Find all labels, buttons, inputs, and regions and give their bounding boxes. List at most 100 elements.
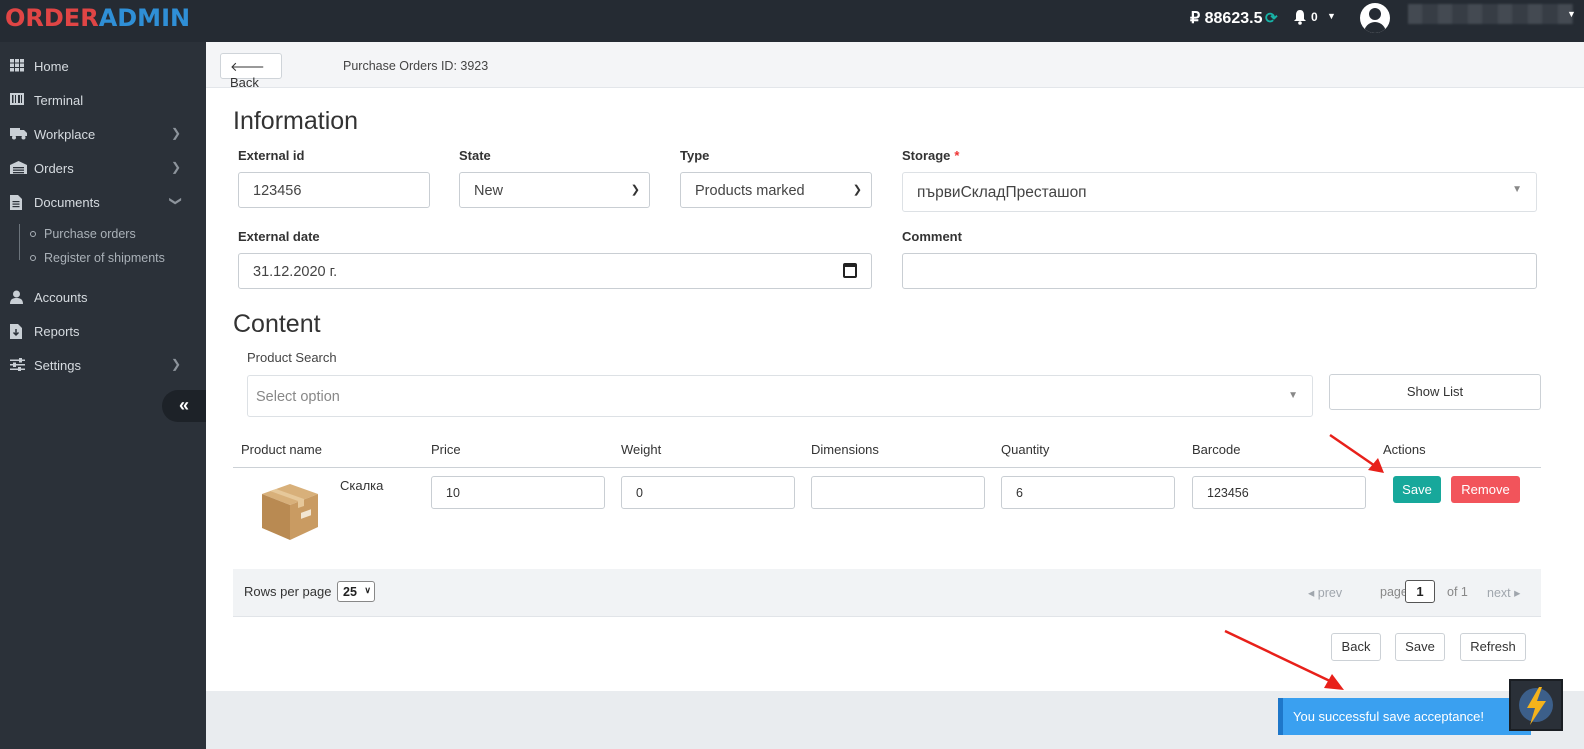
- state-select[interactable]: New ❯: [459, 172, 650, 208]
- avatar[interactable]: [1360, 3, 1390, 33]
- caret-right-icon: ▸: [1514, 586, 1521, 600]
- footer-back-button[interactable]: Back: [1331, 633, 1381, 661]
- username-redacted[interactable]: [1408, 4, 1573, 24]
- logo-part-admin: ADMIN: [98, 4, 191, 32]
- sidebar-item-label: Documents: [34, 195, 100, 210]
- balance-amount: ₽ 88623.5: [1190, 10, 1263, 27]
- product-search-placeholder: Select option: [256, 389, 340, 405]
- chevron-down-icon: ❯: [630, 184, 640, 196]
- sidebar-item-workplace[interactable]: Workplace ❯: [0, 122, 206, 148]
- sidebar-subitem-register-of-shipments[interactable]: Register of shipments: [44, 251, 165, 265]
- required-marker: *: [954, 148, 960, 163]
- collapse-sidebar-button[interactable]: «: [162, 390, 206, 422]
- weight-input[interactable]: 0: [621, 476, 795, 509]
- refresh-balance-icon[interactable]: ⟳: [1265, 9, 1278, 27]
- storage-select[interactable]: първиСкладПресташоп ▼: [902, 172, 1537, 212]
- file-icon: [10, 195, 25, 210]
- external-date-value: 31.12.2020 г.: [253, 264, 338, 280]
- product-box-image: [262, 484, 318, 540]
- product-search-select[interactable]: Select option ▼: [247, 375, 1313, 417]
- calendar-icon[interactable]: [843, 263, 857, 278]
- notification-count: 0: [1311, 10, 1318, 24]
- notifications-dropdown-icon[interactable]: ▼: [1327, 11, 1336, 21]
- page-header: 🡐 Back Purchase Orders ID: 3923: [206, 42, 1584, 90]
- success-toast[interactable]: You successful save acceptance!: [1278, 698, 1531, 735]
- product-name: Скалка: [340, 478, 384, 493]
- footer-refresh-button[interactable]: Refresh: [1460, 633, 1526, 661]
- sidebar-item-home[interactable]: Home: [0, 54, 206, 80]
- external-date-input[interactable]: 31.12.2020 г.: [238, 253, 872, 289]
- sidebar-item-accounts[interactable]: Accounts: [0, 285, 206, 311]
- back-button[interactable]: 🡐 Back: [220, 53, 282, 90]
- rows-per-page-label: Rows per page: [244, 584, 332, 599]
- storage-label: Storage *: [902, 148, 959, 163]
- column-header-quantity: Quantity: [1001, 442, 1050, 457]
- sidebar-item-reports[interactable]: Reports: [0, 319, 206, 345]
- chevron-down-icon: ∨: [364, 585, 371, 595]
- sidebar-item-label: Settings: [34, 358, 81, 373]
- sidebar-item-orders[interactable]: Orders ❯: [0, 156, 206, 182]
- type-select-value: Products marked: [695, 183, 805, 199]
- page-title: Purchase Orders ID: 3923: [343, 59, 489, 73]
- rows-per-page-value: 25: [343, 585, 357, 599]
- sidebar-item-documents[interactable]: Documents ❯: [0, 190, 206, 216]
- price-input[interactable]: 10: [431, 476, 605, 509]
- main-panel: 🡐 Back Purchase Orders ID: 3923 Informat…: [206, 42, 1584, 749]
- brand-logo[interactable]: ORDERADMIN: [5, 4, 190, 32]
- sidebar-item-label: Workplace: [34, 127, 96, 142]
- comment-input[interactable]: [902, 253, 1537, 289]
- lightning-logo-icon[interactable]: [1509, 679, 1563, 731]
- content-heading: Content: [233, 310, 321, 338]
- comment-label: Comment: [902, 229, 962, 244]
- caret-down-icon: ▼: [1512, 184, 1522, 195]
- next-page-link[interactable]: next ▸: [1487, 585, 1520, 600]
- terminal-icon: [10, 93, 25, 107]
- external-id-label: External id: [238, 148, 305, 163]
- bell-icon[interactable]: [1293, 9, 1307, 28]
- page-count: of 1: [1447, 585, 1468, 599]
- sidebar-subitem-purchase-orders[interactable]: Purchase orders: [44, 227, 136, 241]
- barcode-input[interactable]: 123456: [1192, 476, 1366, 509]
- sidebar-item-label: Reports: [34, 324, 80, 339]
- footer-save-button[interactable]: Save: [1395, 633, 1445, 661]
- next-label: next: [1487, 586, 1511, 600]
- external-date-label: External date: [238, 229, 320, 244]
- column-header-barcode: Barcode: [1192, 442, 1241, 457]
- dimensions-input[interactable]: [811, 476, 985, 509]
- row-remove-button[interactable]: Remove: [1451, 476, 1520, 503]
- column-header-weight: Weight: [621, 442, 662, 457]
- storage-label-text: Storage: [902, 148, 951, 163]
- rows-per-page-select[interactable]: 25 ∨: [337, 581, 375, 602]
- user-menu-chevron-icon[interactable]: ▼: [1567, 9, 1576, 19]
- sidebar-item-label: Terminal: [34, 93, 84, 108]
- sidebar-item-label: Orders: [34, 161, 74, 176]
- page-label: page: [1380, 585, 1408, 599]
- chevron-down-icon: ❯: [852, 184, 862, 196]
- caret-down-icon: ▼: [1288, 390, 1298, 401]
- external-id-input[interactable]: 123456: [238, 172, 430, 208]
- column-header-actions: Actions: [1383, 442, 1426, 457]
- storage-select-value: първиСкладПресташоп: [917, 184, 1087, 201]
- type-select[interactable]: Products marked ❯: [680, 172, 872, 208]
- page-number-input[interactable]: 1: [1405, 580, 1435, 603]
- back-button-label: Back: [230, 75, 259, 90]
- caret-left-icon: ◂: [1308, 586, 1315, 600]
- logo-part-order: ORDER: [5, 4, 99, 32]
- arrow-left-icon: 🡐: [230, 59, 265, 74]
- sidebar-item-terminal[interactable]: Terminal: [0, 88, 206, 114]
- sidebar-item-label: Accounts: [34, 290, 88, 305]
- submenu-tree-line: [19, 224, 20, 260]
- show-list-button[interactable]: Show List: [1329, 374, 1541, 410]
- sidebar: Home Terminal Workplace ❯ Orders ❯ Docum…: [0, 42, 206, 749]
- column-header-price: Price: [431, 442, 461, 457]
- row-save-button[interactable]: Save: [1393, 476, 1441, 503]
- chevron-right-icon: ❯: [171, 160, 182, 174]
- prev-page-link[interactable]: ◂ prev: [1308, 585, 1342, 600]
- chevron-down-icon: ❯: [169, 195, 184, 207]
- quantity-input[interactable]: 6: [1001, 476, 1175, 509]
- bullet-icon: [30, 255, 36, 261]
- report-icon: [10, 324, 25, 339]
- column-header-dimensions: Dimensions: [811, 442, 879, 457]
- sidebar-item-settings[interactable]: Settings ❯: [0, 353, 206, 379]
- sidebar-item-label: Home: [34, 59, 69, 74]
